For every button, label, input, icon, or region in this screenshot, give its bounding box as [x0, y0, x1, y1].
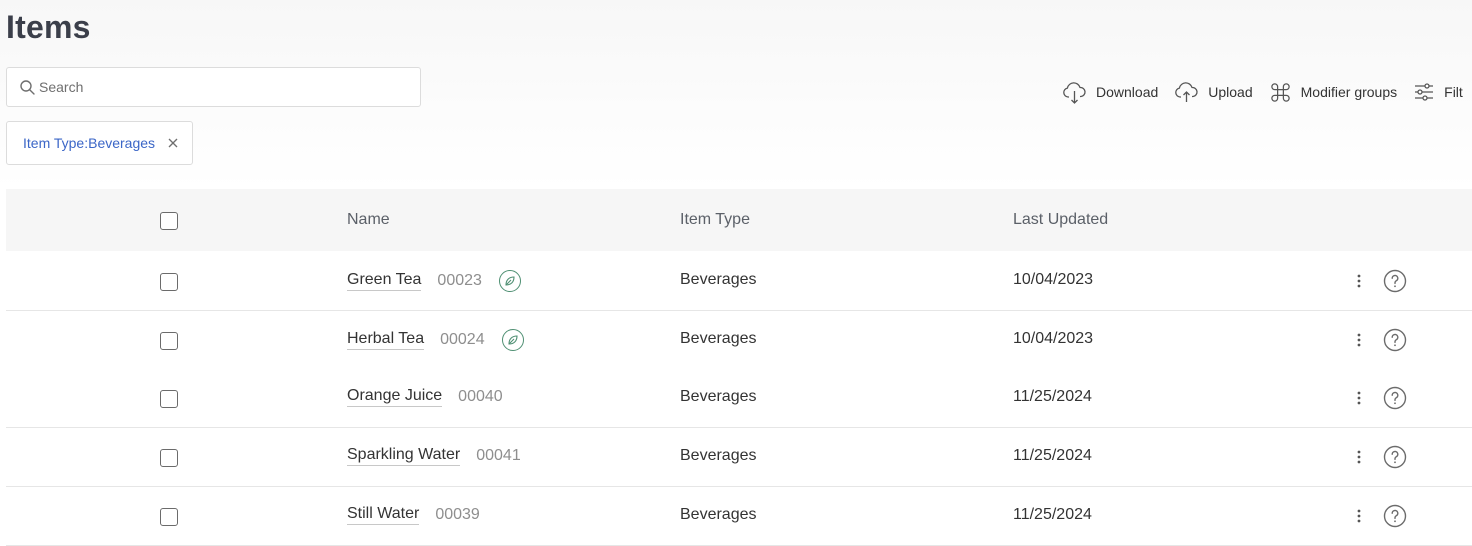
- leaf-icon: [508, 335, 518, 345]
- filter-chip: Item Type:Beverages: [6, 121, 193, 165]
- select-all-checkbox[interactable]: [160, 212, 178, 230]
- cell-item-type: Beverages: [680, 271, 757, 288]
- leaf-badge: [501, 329, 524, 351]
- column-header-last-updated[interactable]: Last Updated: [1013, 211, 1108, 229]
- download-button[interactable]: Download: [1062, 80, 1158, 105]
- cell-name: Still Water 00039: [347, 505, 480, 525]
- command-icon: [1270, 82, 1290, 102]
- toolbar: Download Upload Modifier groups Filt: [1062, 78, 1472, 106]
- more-vertical-icon[interactable]: [1352, 390, 1366, 406]
- leaf-badge: [498, 270, 521, 292]
- modifier-groups-button[interactable]: Modifier groups: [1269, 81, 1398, 104]
- row-checkbox[interactable]: [160, 332, 178, 350]
- filter-chip-label: Item Type:Beverages: [23, 135, 156, 151]
- row-checkbox[interactable]: [160, 273, 178, 291]
- row-checkbox[interactable]: [160, 449, 178, 467]
- help-icon[interactable]: [1383, 504, 1407, 528]
- leaf-icon: [505, 276, 515, 286]
- sliders-icon: [1415, 83, 1434, 101]
- help-icon[interactable]: [1383, 445, 1407, 469]
- cloud-download-icon: [1063, 81, 1086, 104]
- item-name-link[interactable]: Herbal Tea: [347, 330, 425, 350]
- item-code: 00040: [458, 388, 503, 405]
- item-name-link[interactable]: Green Tea: [347, 271, 422, 291]
- close-icon: [168, 138, 178, 148]
- search-input[interactable]: [39, 76, 399, 98]
- table-row[interactable]: Still Water 00039 Beverages 11/25/2024: [6, 487, 1472, 546]
- help-icon[interactable]: [1383, 269, 1407, 293]
- table-row[interactable]: Orange Juice 00040 Beverages 11/25/2024: [6, 369, 1472, 428]
- item-code: 00041: [476, 447, 521, 464]
- item-name-link[interactable]: Sparkling Water: [347, 446, 461, 466]
- item-name-link[interactable]: Orange Juice: [347, 387, 443, 407]
- item-code: 00024: [440, 331, 485, 348]
- cell-last-updated: 10/04/2023: [1013, 271, 1094, 288]
- item-code: 00039: [435, 506, 480, 523]
- item-name-link[interactable]: Still Water: [347, 505, 420, 525]
- modifier-groups-label: Modifier groups: [1300, 84, 1398, 100]
- filter-button[interactable]: Filt: [1413, 82, 1463, 102]
- page-title: Items: [6, 9, 91, 45]
- table-header: Name Item Type Last Updated: [6, 189, 1472, 251]
- filter-chip-close-button[interactable]: [168, 138, 178, 148]
- filter-label: Filt: [1444, 84, 1463, 100]
- more-vertical-icon[interactable]: [1352, 508, 1366, 524]
- search-icon: [20, 80, 35, 95]
- upload-label: Upload: [1208, 84, 1253, 100]
- cell-last-updated: 11/25/2024: [1013, 388, 1092, 405]
- row-checkbox[interactable]: [160, 390, 178, 408]
- column-header-item-type[interactable]: Item Type: [680, 211, 750, 229]
- table-row[interactable]: Green Tea 00023 Beverages 10/04/2023: [6, 252, 1472, 311]
- more-vertical-icon[interactable]: [1352, 273, 1366, 289]
- cell-item-type: Beverages: [680, 330, 757, 347]
- cloud-upload-icon: [1175, 81, 1198, 102]
- table-row[interactable]: Herbal Tea 00024 Beverages 10/04/2023: [6, 311, 1472, 370]
- cell-name: Green Tea 00023: [347, 270, 521, 292]
- row-checkbox[interactable]: [160, 508, 178, 526]
- more-vertical-icon[interactable]: [1352, 332, 1366, 348]
- help-icon[interactable]: [1383, 386, 1407, 410]
- cell-name: Herbal Tea 00024: [347, 329, 524, 351]
- help-icon[interactable]: [1383, 328, 1407, 352]
- cell-item-type: Beverages: [680, 388, 757, 405]
- cell-last-updated: 11/25/2024: [1013, 447, 1092, 464]
- column-header-name[interactable]: Name: [347, 211, 390, 229]
- more-vertical-icon[interactable]: [1352, 449, 1366, 465]
- cell-name: Orange Juice 00040: [347, 387, 503, 407]
- item-code: 00023: [437, 272, 482, 289]
- cell-item-type: Beverages: [680, 447, 757, 464]
- cell-last-updated: 10/04/2023: [1013, 330, 1094, 347]
- upload-button[interactable]: Upload: [1174, 80, 1253, 105]
- cell-name: Sparkling Water 00041: [347, 446, 521, 466]
- cell-item-type: Beverages: [680, 506, 757, 523]
- cell-last-updated: 11/25/2024: [1013, 506, 1092, 523]
- table-row[interactable]: Sparkling Water 00041 Beverages 11/25/2024: [6, 428, 1472, 487]
- search-box[interactable]: [6, 67, 421, 107]
- download-label: Download: [1096, 84, 1159, 100]
